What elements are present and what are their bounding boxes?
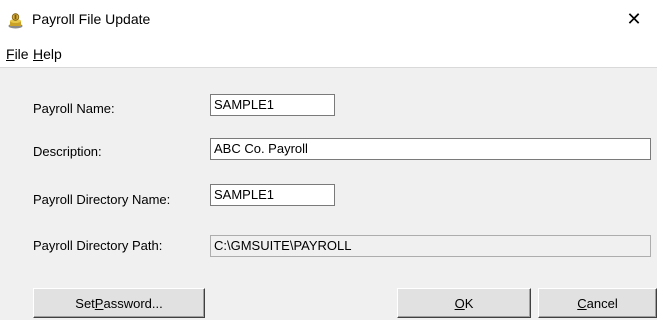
directory-path-label: Payroll Directory Path: (33, 238, 163, 253)
close-button[interactable]: ✕ (611, 0, 657, 39)
payroll-app-icon (7, 12, 24, 29)
close-icon: ✕ (626, 9, 642, 29)
directory-name-label: Payroll Directory Name: (33, 192, 171, 207)
directory-name-field[interactable]: SAMPLE1 (210, 184, 335, 206)
window-title: Payroll File Update (32, 11, 151, 27)
ok-button[interactable]: OK (397, 288, 531, 318)
directory-path-field: C:\GMSUITE\PAYROLL (210, 235, 651, 257)
description-label: Description: (33, 144, 102, 159)
title-bar: Payroll File Update ✕ (0, 0, 657, 39)
cancel-button[interactable]: Cancel (538, 288, 657, 318)
set-password-button[interactable]: Set Password... (33, 288, 205, 318)
payroll-name-field[interactable]: SAMPLE1 (210, 94, 335, 116)
menu-bar: File Help (0, 39, 657, 68)
description-field[interactable]: ABC Co. Payroll (210, 138, 651, 160)
menu-help[interactable]: Help (33, 46, 62, 62)
payroll-name-label: Payroll Name: (33, 101, 115, 116)
menu-file[interactable]: File (6, 46, 29, 62)
